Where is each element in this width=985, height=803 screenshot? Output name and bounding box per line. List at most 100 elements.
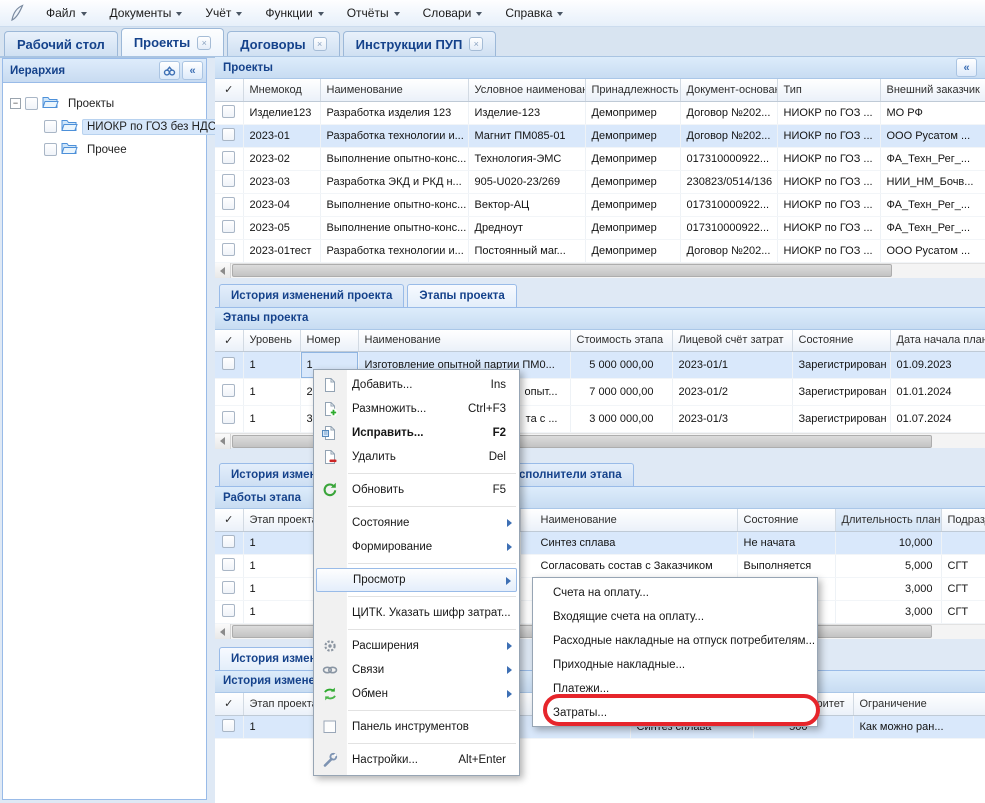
collapse-panel-button[interactable]: « — [182, 61, 203, 80]
column-header[interactable]: Тип — [777, 79, 880, 101]
row-checkbox[interactable] — [222, 243, 235, 256]
column-header[interactable]: Мнемокод — [243, 79, 320, 101]
tab-проекты[interactable]: Проекты× — [121, 28, 224, 56]
menubar-item[interactable]: Документы — [101, 3, 192, 23]
node-checkbox[interactable] — [44, 143, 57, 156]
table-row[interactable]: 2023-04Выполнение опытно-конс...Вектор-А… — [215, 193, 985, 216]
context-menu-item[interactable]: Исправить...F2 — [314, 421, 519, 445]
menubar-item[interactable]: Словари — [414, 3, 492, 23]
table-row[interactable]: Изделие123Разработка изделия 123Изделие-… — [215, 101, 985, 124]
tree-node-label[interactable]: Прочее — [82, 142, 132, 158]
submenu-item[interactable]: Затраты... — [533, 701, 817, 725]
tab-этапы-проекта[interactable]: Этапы проекта — [407, 284, 516, 307]
tab-история-изменений-проекта[interactable]: История изменений проекта — [219, 284, 404, 307]
column-header[interactable]: Номер — [300, 330, 358, 352]
menubar-item[interactable]: Учёт — [196, 3, 251, 23]
select-all-header[interactable]: ✓ — [215, 509, 243, 531]
tree-node-label[interactable]: Проекты — [63, 96, 119, 112]
context-menu-item[interactable]: Настройки...Alt+Enter — [314, 748, 519, 772]
submenu-item[interactable]: Приходные накладные... — [533, 653, 817, 677]
row-checkbox[interactable] — [222, 535, 235, 548]
context-menu-item[interactable]: Связи — [314, 658, 519, 682]
close-icon[interactable]: × — [197, 36, 211, 50]
table-row[interactable]: 2023-01Разработка технологии и...Магнит … — [215, 124, 985, 147]
submenu-item[interactable]: Расходные накладные на отпуск потребител… — [533, 629, 817, 653]
context-menu-item[interactable]: Добавить...Ins — [314, 373, 519, 397]
node-checkbox[interactable] — [44, 120, 57, 133]
row-checkbox[interactable] — [222, 384, 235, 397]
row-checkbox[interactable] — [222, 128, 235, 141]
column-header[interactable]: Состояние — [737, 509, 835, 531]
tree-node-label[interactable]: НИОКР по ГОЗ без НДС — [82, 119, 221, 135]
context-menu-item[interactable]: Обмен — [314, 682, 519, 706]
submenu-item[interactable]: Платежи... — [533, 677, 817, 701]
column-header[interactable]: Длительность план — [835, 509, 941, 531]
close-icon[interactable]: × — [313, 37, 327, 51]
scroll-left-icon[interactable] — [215, 434, 231, 449]
menubar-item[interactable]: Файл — [37, 3, 96, 23]
submenu-item[interactable]: Входящие счета на оплату... — [533, 605, 817, 629]
row-checkbox[interactable] — [222, 719, 235, 732]
menubar-item[interactable]: Отчёты — [338, 3, 409, 23]
find-button[interactable] — [159, 61, 180, 80]
row-checkbox[interactable] — [222, 174, 235, 187]
row-checkbox[interactable] — [222, 220, 235, 233]
context-menu-item[interactable]: Расширения — [314, 634, 519, 658]
table-row[interactable]: 2023-01тестРазработка технологии и...Пос… — [215, 239, 985, 262]
collapse-projects-button[interactable]: « — [956, 58, 977, 77]
tab-договоры[interactable]: Договоры× — [227, 31, 339, 56]
column-header[interactable]: Состояние — [792, 330, 890, 352]
column-header[interactable]: Наименование — [520, 509, 737, 531]
collapse-node-icon[interactable]: − — [10, 98, 21, 109]
column-header[interactable]: Наименование — [320, 79, 468, 101]
column-header[interactable]: Документ-основание — [680, 79, 777, 101]
node-checkbox[interactable] — [25, 97, 38, 110]
row-checkbox[interactable] — [222, 197, 235, 210]
submenu-item[interactable]: Счета на оплату... — [533, 581, 817, 605]
scroll-left-icon[interactable] — [215, 263, 231, 278]
tree-node[interactable]: НИОКР по ГОЗ без НДС — [29, 115, 202, 138]
folder-icon — [61, 118, 78, 135]
column-header[interactable]: Стоимость этапа — [570, 330, 672, 352]
context-menu-item[interactable]: Состояние — [314, 511, 519, 535]
context-menu-item[interactable]: ОбновитьF5 — [314, 478, 519, 502]
row-checkbox[interactable] — [222, 151, 235, 164]
select-all-header[interactable]: ✓ — [215, 79, 243, 101]
column-header[interactable]: Уровень — [243, 330, 300, 352]
menubar-item[interactable]: Справка — [496, 3, 572, 23]
context-menu-item[interactable]: Просмотр — [316, 568, 517, 592]
context-menu-item[interactable]: Панель инструментов — [314, 715, 519, 739]
column-header[interactable]: Внешний заказчик — [880, 79, 985, 101]
column-header[interactable]: Лицевой счёт затрат — [672, 330, 792, 352]
row-checkbox[interactable] — [222, 581, 235, 594]
menubar-item[interactable]: Функции — [256, 3, 332, 23]
projects-hscrollbar[interactable] — [215, 263, 985, 278]
close-icon[interactable]: × — [469, 37, 483, 51]
context-menu-item[interactable]: Формирование — [314, 535, 519, 559]
select-all-header[interactable]: ✓ — [215, 693, 243, 716]
context-menu-item[interactable]: УдалитьDel — [314, 445, 519, 469]
scroll-left-icon[interactable] — [215, 624, 231, 639]
column-header[interactable]: Условное наименование — [468, 79, 585, 101]
row-checkbox[interactable] — [222, 558, 235, 571]
table-row[interactable]: 2023-03Разработка ЭКД и РКД н...905-U020… — [215, 170, 985, 193]
scrollbar-thumb[interactable] — [232, 264, 892, 277]
table-row[interactable]: 2023-02Выполнение опытно-конс...Технолог… — [215, 147, 985, 170]
column-header[interactable]: Подразделение — [941, 509, 985, 531]
tree-node-root[interactable]: − Проекты — [10, 92, 202, 115]
column-header[interactable]: Принадлежность — [585, 79, 680, 101]
row-checkbox[interactable] — [222, 105, 235, 118]
row-checkbox[interactable] — [222, 357, 235, 370]
column-header[interactable]: Дата начала план — [890, 330, 985, 352]
table-row[interactable]: 2023-05Выполнение опытно-конс...Дредноут… — [215, 216, 985, 239]
row-checkbox[interactable] — [222, 604, 235, 617]
column-header[interactable]: Ограничение — [853, 693, 985, 716]
column-header[interactable]: Наименование — [358, 330, 570, 352]
tab-рабочий-стол[interactable]: Рабочий стол — [4, 31, 118, 56]
context-menu-item[interactable]: ЦИТК. Указать шифр затрат... — [314, 601, 519, 625]
row-checkbox[interactable] — [222, 411, 235, 424]
context-menu-item[interactable]: Размножить...Ctrl+F3 — [314, 397, 519, 421]
tree-node[interactable]: Прочее — [29, 138, 202, 161]
select-all-header[interactable]: ✓ — [215, 330, 243, 352]
tab-инструкции-пуп[interactable]: Инструкции ПУП× — [343, 31, 497, 56]
